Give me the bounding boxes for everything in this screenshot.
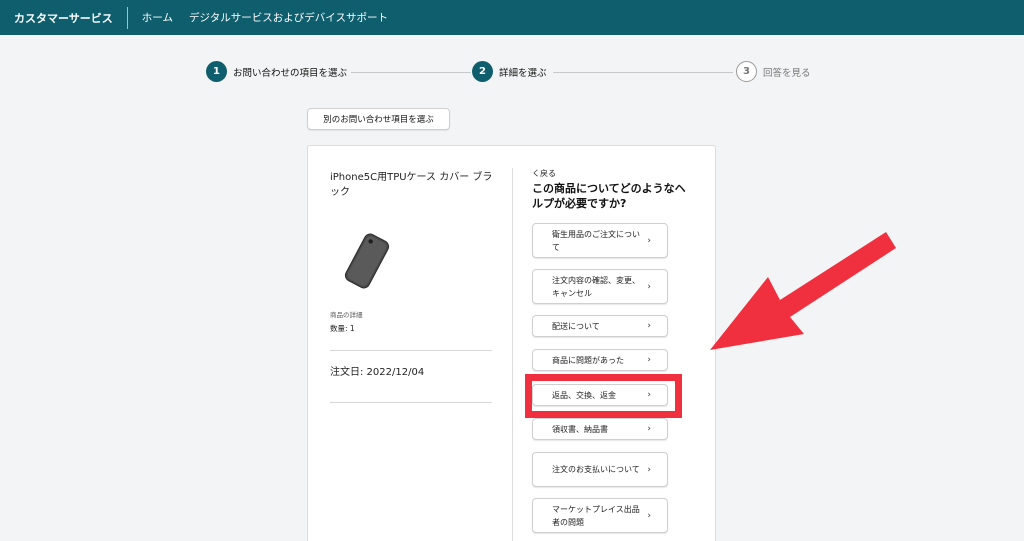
chevron-right-icon: › bbox=[647, 464, 651, 475]
option-product-problem[interactable]: 商品に問題があった › bbox=[532, 349, 668, 371]
option-label: 注文内容の確認、変更、キャンセル bbox=[552, 275, 640, 298]
chevron-right-icon: › bbox=[647, 281, 651, 292]
step-2-label: 詳細を選ぶ bbox=[499, 67, 547, 79]
arrow-annotation-icon bbox=[710, 232, 896, 350]
top-bar: カスタマーサービス ホーム デジタルサービスおよびデバイスサポート bbox=[0, 0, 1024, 35]
step-1-label: お問い合わせの項目を選ぶ bbox=[233, 67, 348, 79]
divider bbox=[330, 350, 492, 351]
chevron-right-icon: › bbox=[647, 424, 651, 434]
help-card: iPhone5C用TPUケース カバー ブラック 商品の詳細 数量: 1 注文日… bbox=[307, 145, 716, 541]
back-link[interactable]: く戻る bbox=[532, 168, 556, 179]
chevron-right-icon: › bbox=[647, 355, 651, 365]
option-label: マーケットプレイス出品者の問題 bbox=[552, 504, 640, 527]
step-3-number: 3 bbox=[736, 61, 757, 82]
product-detail-label: 商品の詳細 bbox=[330, 311, 363, 319]
chevron-right-icon: › bbox=[647, 321, 651, 331]
option-label: 衛生用品のご注文について bbox=[552, 229, 640, 252]
step-3: 3 回答を見る bbox=[736, 61, 811, 82]
step-3-label: 回答を見る bbox=[763, 67, 811, 79]
progress-stepper: 1 お問い合わせの項目を選ぶ 2 詳細を選ぶ 3 回答を見る bbox=[206, 61, 811, 83]
order-date: 注文日: 2022/12/04 bbox=[330, 367, 425, 378]
nav-home-link[interactable]: ホーム bbox=[142, 10, 173, 25]
divider bbox=[330, 402, 492, 403]
chevron-right-icon: › bbox=[647, 235, 651, 246]
quantity-text: 数量: 1 bbox=[330, 324, 355, 333]
option-label: 配送について bbox=[552, 321, 600, 331]
choose-other-topic-button[interactable]: 別のお問い合わせ項目を選ぶ bbox=[307, 108, 450, 130]
option-receipts[interactable]: 領収書、納品書 › bbox=[532, 418, 668, 440]
option-shipping[interactable]: 配送について › bbox=[532, 315, 668, 337]
option-hygiene-orders[interactable]: 衛生用品のご注文について › bbox=[532, 223, 668, 258]
brand-link[interactable]: カスタマーサービス bbox=[0, 10, 127, 26]
option-label: 商品に問題があった bbox=[552, 355, 624, 365]
option-marketplace-seller[interactable]: マーケットプレイス出品者の問題 › bbox=[532, 498, 668, 533]
nav-digital-support-link[interactable]: デジタルサービスおよびデバイスサポート bbox=[189, 10, 388, 25]
column-divider bbox=[512, 168, 513, 541]
option-order-change-cancel[interactable]: 注文内容の確認、変更、キャンセル › bbox=[532, 269, 668, 304]
help-question-heading: この商品についてどのようなヘルプが必要ですか? bbox=[532, 182, 686, 210]
header-divider bbox=[126, 6, 128, 29]
option-label: 領収書、納品書 bbox=[552, 424, 608, 434]
step-2-number: 2 bbox=[472, 61, 493, 82]
step-2: 2 詳細を選ぶ bbox=[472, 61, 547, 82]
step-connector-2 bbox=[553, 72, 733, 73]
highlight-box bbox=[525, 374, 682, 418]
step-connector-1 bbox=[351, 72, 471, 73]
step-1-number: 1 bbox=[206, 61, 227, 82]
chevron-right-icon: › bbox=[647, 510, 651, 521]
phone-case-image bbox=[344, 233, 390, 289]
product-title[interactable]: iPhone5C用TPUケース カバー ブラック bbox=[330, 170, 495, 200]
step-1: 1 お問い合わせの項目を選ぶ bbox=[206, 61, 347, 82]
option-payment[interactable]: 注文のお支払いについて › bbox=[532, 452, 668, 487]
option-label: 注文のお支払いについて bbox=[552, 465, 640, 474]
